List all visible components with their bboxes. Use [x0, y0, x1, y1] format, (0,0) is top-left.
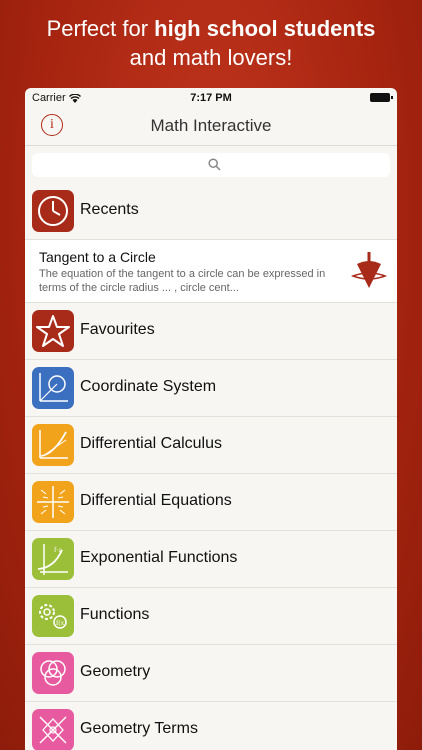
row-label: Functions	[80, 606, 150, 623]
row-label: Differential Calculus	[80, 435, 222, 452]
search-area	[25, 146, 397, 183]
row-functions[interactable]: f(x) Functions	[25, 588, 397, 645]
row-label: Differential Equations	[80, 492, 232, 509]
geometry-terms-icon	[32, 709, 74, 750]
status-bar: Carrier 7:17 PM	[25, 88, 397, 108]
calculus-icon	[32, 424, 74, 466]
search-input[interactable]	[32, 153, 390, 177]
row-label: Geometry	[80, 663, 151, 680]
recent-item-description: The equation of the tangent to a circle …	[39, 268, 326, 294]
row-differential-calculus[interactable]: Differential Calculus	[25, 417, 397, 474]
battery-icon	[370, 93, 393, 102]
promo-line-2: and math lovers!	[129, 45, 293, 70]
row-label: Favourites	[80, 321, 155, 338]
star-icon	[32, 310, 74, 352]
field-icon	[32, 481, 74, 523]
phone-screen: Carrier 7:17 PM i Math Interactive Recen…	[25, 88, 397, 750]
promo-caption: Perfect for high school students and mat…	[0, 14, 422, 72]
exponential-icon: f·a	[32, 538, 74, 580]
row-label: Coordinate System	[80, 378, 217, 395]
recent-item-title: Tangent to a Circle	[39, 249, 156, 265]
row-geometry-terms[interactable]: Geometry Terms	[25, 702, 397, 750]
row-favourites[interactable]: Favourites	[25, 303, 397, 360]
row-label: Geometry Terms	[80, 720, 198, 737]
row-exponential-functions[interactable]: f·a Exponential Functions	[25, 531, 397, 588]
row-geometry[interactable]: Geometry	[25, 645, 397, 702]
navigation-bar: i Math Interactive	[25, 108, 397, 146]
gears-icon: f(x)	[32, 595, 74, 637]
coordinate-icon	[32, 367, 74, 409]
row-coordinate-system[interactable]: Coordinate System	[25, 360, 397, 417]
row-label: Recents	[80, 201, 139, 218]
row-recents[interactable]: Recents	[25, 183, 397, 240]
row-label: Exponential Functions	[80, 549, 238, 566]
search-icon	[208, 158, 221, 171]
circles-icon	[32, 652, 74, 694]
row-differential-equations[interactable]: Differential Equations	[25, 474, 397, 531]
recent-item[interactable]: Tangent to a Circle The equation of the …	[25, 240, 397, 303]
svg-text:f(x): f(x)	[56, 619, 67, 627]
svg-text:f·a: f·a	[54, 546, 63, 554]
spinning-top-icon	[351, 252, 387, 288]
promo-line-1: Perfect for high school students	[46, 16, 376, 41]
nav-title: Math Interactive	[150, 116, 272, 135]
status-time: 7:17 PM	[190, 92, 232, 104]
clock-icon	[32, 190, 74, 232]
